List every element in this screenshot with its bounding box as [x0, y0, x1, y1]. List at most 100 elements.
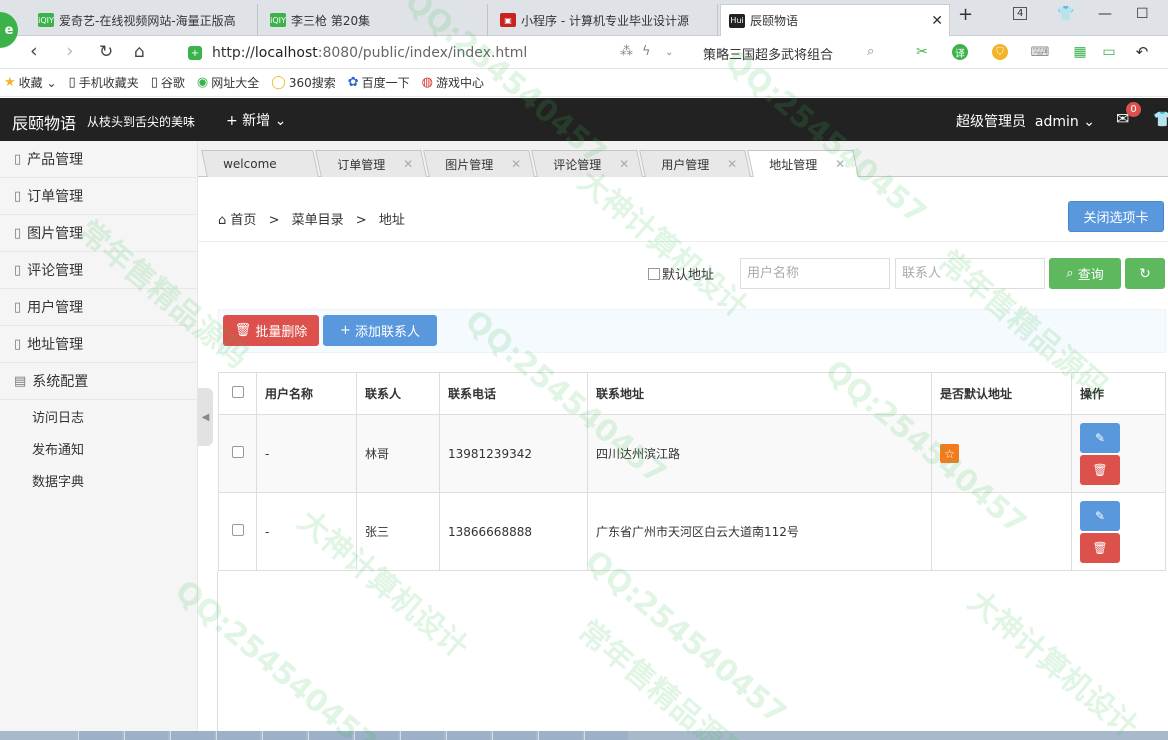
bookmark-games[interactable]: ◍ 游戏中心 [422, 74, 484, 91]
game-icon[interactable]: ⌨ [1031, 44, 1049, 60]
brand-name[interactable]: 辰颐物语 [12, 110, 76, 134]
breadcrumb-home[interactable]: 首页 [230, 213, 256, 228]
default-address-checkbox[interactable] [648, 267, 660, 280]
delete-button[interactable]: 🗑 [1080, 454, 1120, 485]
username-input[interactable] [740, 258, 890, 289]
close-icon[interactable]: ✕ [727, 157, 737, 171]
column-header[interactable]: 联系人 [356, 372, 440, 415]
tab-images[interactable]: 图片管理 ✕ [423, 150, 535, 177]
taskbar-item[interactable] [124, 731, 168, 740]
bookmark-baidu[interactable]: ✿ 百度一下 [348, 74, 410, 91]
batch-delete-button[interactable]: 🗑 批量删除 [223, 315, 319, 346]
tab-comments[interactable]: 评论管理 ✕ [531, 150, 643, 177]
bookmark-mobile[interactable]: ▯ 手机收藏夹 [69, 74, 139, 91]
tab-welcome[interactable]: welcome [201, 150, 319, 177]
tab-label: 评论管理 [553, 157, 602, 172]
taskbar-item[interactable] [400, 731, 444, 740]
edit-button[interactable]: ✎ [1080, 422, 1120, 453]
shield-ext-icon[interactable]: ⛉ [992, 44, 1008, 60]
apps-icon[interactable]: ▦ [1072, 44, 1088, 60]
tab-addresses[interactable]: 地址管理 ✕ [747, 150, 859, 177]
select-all-checkbox[interactable] [231, 386, 244, 398]
sidebar-item-system[interactable]: ▤ 系统配置 [0, 363, 197, 400]
sidebar-item-users[interactable]: ▯ 用户管理 [0, 289, 197, 326]
sidebar-collapse-handle[interactable]: ◀ [198, 388, 213, 446]
breadcrumb-menu[interactable]: 菜单目录 [292, 213, 344, 228]
taskbar-item[interactable] [584, 731, 628, 740]
url-field[interactable]: + http://localhost:8080/public/index/ind… [188, 41, 688, 65]
sidebar-item-comments[interactable]: ▯ 评论管理 [0, 252, 197, 289]
sidebar-subitem-dict[interactable]: 数据字典 [0, 464, 197, 496]
default-address-filter[interactable]: 默认地址 [648, 264, 714, 283]
taskbar-item[interactable] [216, 731, 260, 740]
back-icon[interactable]: ‹ [30, 40, 38, 62]
close-icon[interactable]: ✕ [931, 13, 943, 29]
browser-tab-mini-program[interactable]: ▣ 小程序 - 计算机专业毕业设计源 [492, 4, 718, 36]
column-header[interactable]: 联系地址 [587, 372, 932, 415]
close-tabs-button[interactable]: 关闭选项卡 [1068, 201, 1164, 232]
tab-count[interactable]: 4 [1013, 7, 1028, 20]
tab-orders[interactable]: 订单管理 ✕ [315, 150, 427, 177]
translate-icon[interactable]: 译 [952, 44, 968, 60]
sidebar-item-addresses[interactable]: ▯ 地址管理 [0, 326, 197, 363]
close-icon[interactable]: ✕ [619, 157, 629, 171]
new-tab-icon[interactable]: + [958, 4, 973, 25]
sidebar-item-products[interactable]: ▯ 产品管理 [0, 141, 197, 178]
forward-icon[interactable]: › [66, 40, 74, 62]
maximize-icon[interactable]: ☐ [1136, 6, 1149, 22]
minimize-icon[interactable]: — [1098, 6, 1112, 22]
sidebar-subitem-logs[interactable]: 访问日志 [0, 400, 197, 432]
row-checkbox[interactable] [231, 524, 244, 536]
browser-tab-episode[interactable]: iQIY 李三枪 第20集 [262, 4, 488, 36]
breadcrumb-separator: > [268, 213, 280, 228]
search-icon[interactable]: ⌕ [867, 44, 874, 59]
skin-icon[interactable]: 👕 [1153, 110, 1168, 128]
bookmark-google[interactable]: ▯ 谷歌 [151, 74, 185, 91]
trash-icon: 🗑 [1092, 540, 1108, 555]
taskbar-item[interactable] [308, 731, 352, 740]
user-menu[interactable]: 超级管理员 admin ⌄ [956, 111, 1095, 131]
taskbar-item[interactable] [538, 731, 582, 740]
undo-icon[interactable]: ↶ [1134, 43, 1150, 61]
browser-tab-iqiyi[interactable]: iQIY 爱奇艺-在线视频网站-海量正版高 [30, 4, 258, 36]
reload-icon[interactable]: ↻ [99, 42, 113, 62]
bookmark-hao[interactable]: ◉ 网址大全 [197, 74, 259, 91]
bookmark-360[interactable]: ◯ 360搜索 [271, 74, 335, 91]
search-suggestion[interactable]: 策略三国超多武将组合 [703, 44, 833, 63]
sidebar-item-orders[interactable]: ▯ 订单管理 [0, 178, 197, 215]
close-icon[interactable]: ✕ [511, 157, 521, 171]
taskbar-item[interactable] [170, 731, 214, 740]
query-button[interactable]: ⌕ 查询 [1049, 258, 1121, 289]
refresh-button[interactable]: ↻ [1125, 258, 1165, 289]
add-contact-button[interactable]: + 添加联系人 [323, 315, 437, 346]
taskbar-item[interactable] [446, 731, 490, 740]
close-icon[interactable]: ✕ [835, 157, 845, 171]
sidebar-item-images[interactable]: ▯ 图片管理 [0, 215, 197, 252]
taskbar-item[interactable] [78, 731, 122, 740]
edit-button[interactable]: ✎ [1080, 500, 1120, 531]
sidebar-subitem-notice[interactable]: 发布通知 [0, 432, 197, 464]
row-checkbox[interactable] [231, 446, 244, 458]
file-icon: ▯ [14, 151, 22, 167]
delete-button[interactable]: 🗑 [1080, 532, 1120, 563]
battery-icon[interactable]: ▭ [1101, 44, 1117, 60]
taskbar-item[interactable] [354, 731, 398, 740]
tab-users[interactable]: 用户管理 ✕ [639, 150, 751, 177]
home-icon[interactable]: ⌂ [134, 42, 145, 62]
scissors-icon[interactable]: ✂ [914, 44, 930, 60]
row-select-cell [218, 492, 257, 571]
column-header[interactable]: 用户名称 [256, 372, 357, 415]
column-header[interactable]: 是否默认地址 [931, 372, 1072, 415]
shirt-icon[interactable]: 👕 [1057, 6, 1074, 22]
contact-input[interactable] [895, 258, 1045, 289]
new-menu-button[interactable]: + 新增 ⌄ [226, 110, 286, 130]
lightning-icon[interactable]: ϟ [642, 44, 651, 59]
close-icon[interactable]: ✕ [403, 157, 413, 171]
bookmark-favorites[interactable]: ★ 收藏 ⌄ [4, 74, 57, 91]
taskbar-item[interactable] [492, 731, 536, 740]
qr-icon[interactable]: ⁂ [620, 44, 633, 59]
browser-tab-active[interactable]: Hui 辰颐物语 ✕ [720, 4, 950, 36]
column-header[interactable]: 联系电话 [439, 372, 588, 415]
chevron-down-icon[interactable]: ⌄ [665, 47, 673, 58]
taskbar-item[interactable] [262, 731, 306, 740]
